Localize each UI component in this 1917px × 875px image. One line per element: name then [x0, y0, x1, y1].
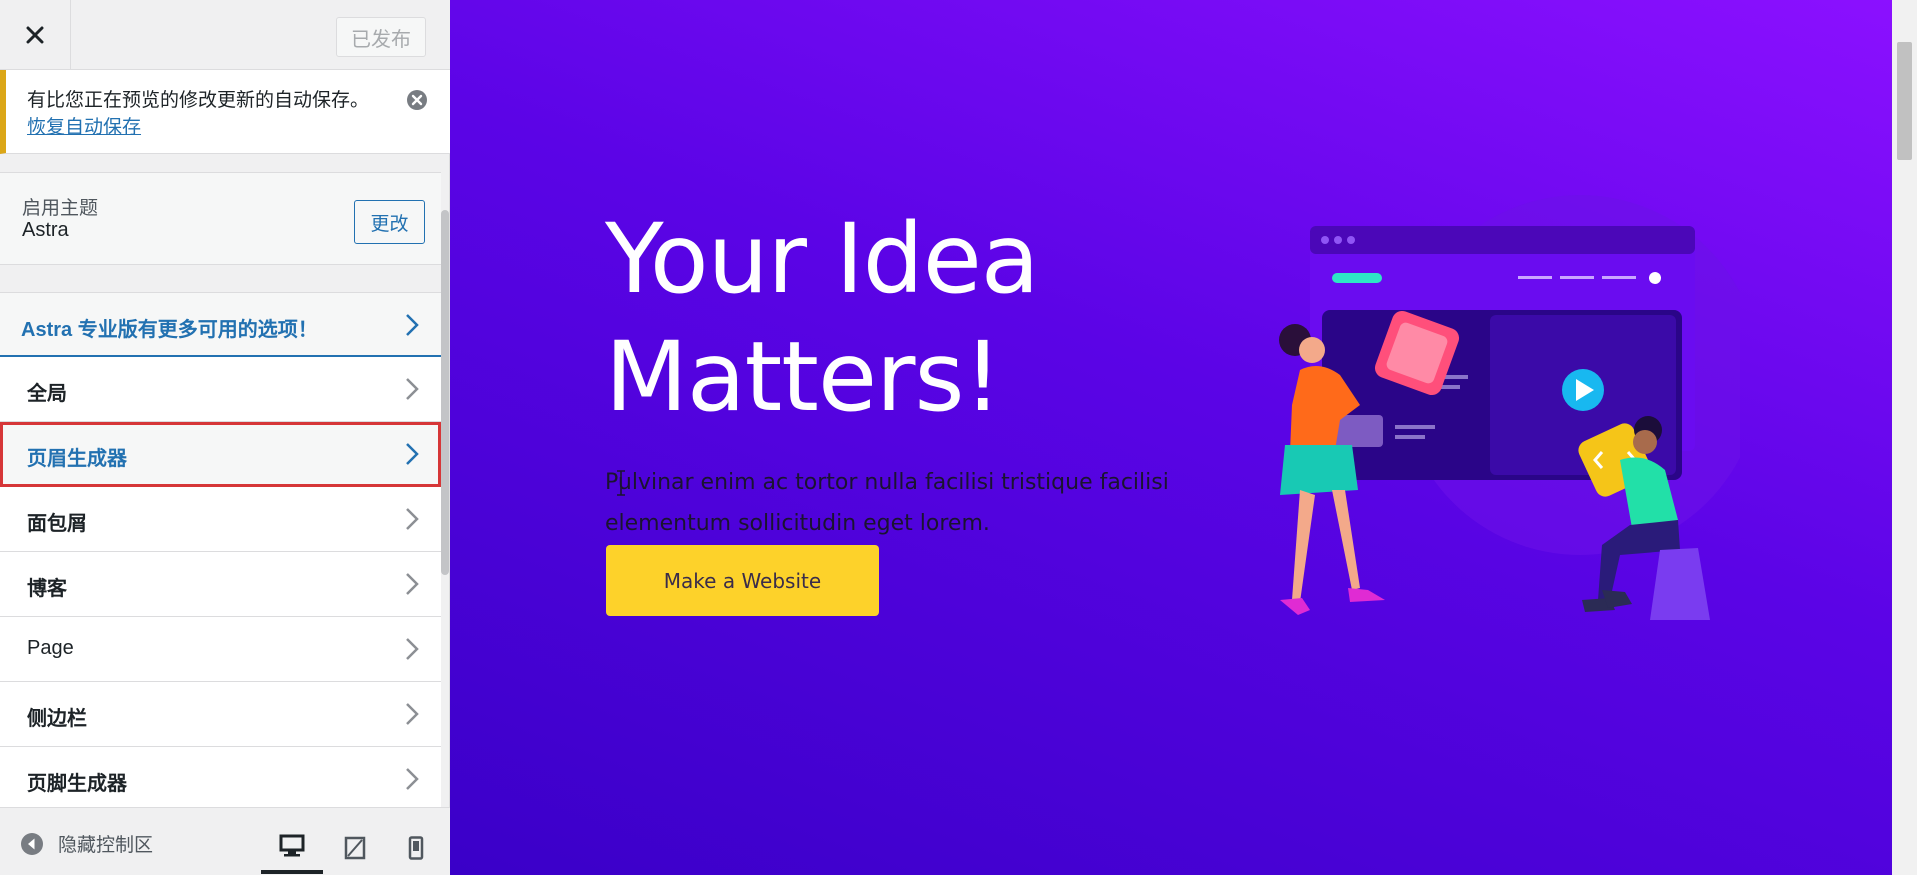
chevron-right-icon: [406, 378, 419, 400]
customizer-footer: 隐藏控制区: [0, 807, 450, 875]
menu-item-blog[interactable]: 博客: [0, 552, 441, 617]
publish-button[interactable]: 已发布: [336, 17, 426, 57]
autosave-notice: 有比您正在预览的修改更新的自动保存。 恢复自动保存: [0, 70, 450, 154]
menu-item-label: 侧边栏: [27, 708, 87, 730]
hero-description: Pulvinar enim ac tortor nulla facilisi t…: [605, 470, 1169, 536]
dismiss-icon[interactable]: [405, 88, 429, 112]
hero-illustration: [1279, 195, 1740, 620]
menu-item-label: 页脚生成器: [27, 773, 127, 795]
hide-controls-button[interactable]: 隐藏控制区: [20, 830, 153, 857]
collapse-arrow-icon: [21, 832, 43, 855]
customizer-sidebar: 已发布 有比您正在预览的修改更新的自动保存。 恢复自动保存 启用主题 Astra…: [0, 0, 450, 875]
active-theme-name: Astra: [22, 219, 69, 241]
menu-item-label: 面包屑: [27, 513, 87, 535]
chevron-right-icon: [406, 573, 419, 595]
menu-item-label: 博客: [27, 578, 67, 600]
hero-heading: Your Idea Matters!: [605, 200, 1205, 436]
customizer-header: 已发布: [0, 0, 450, 70]
make-website-button[interactable]: Make a Website: [606, 545, 879, 616]
change-theme-button[interactable]: 更改: [354, 200, 425, 244]
text-cursor-icon: [617, 470, 625, 496]
autosave-notice-text: 有比您正在预览的修改更新的自动保存。: [27, 90, 370, 111]
menu-item-page[interactable]: Page: [0, 617, 441, 682]
sidebar-scrollbar[interactable]: [441, 210, 449, 575]
menu-item-label: 全局: [27, 383, 67, 405]
chevron-right-icon: [406, 314, 419, 336]
chevron-right-icon: [406, 638, 419, 660]
site-preview[interactable]: Your Idea Matters! Pulvinar enim ac tort…: [450, 0, 1892, 875]
mobile-icon: [408, 836, 424, 860]
tablet-preview-button[interactable]: [324, 822, 386, 874]
restore-autosave-link[interactable]: 恢复自动保存: [27, 112, 141, 139]
active-theme-label: 启用主题: [22, 198, 99, 219]
hero-heading-line2: Matters!: [605, 321, 1002, 433]
menu-item-label: Astra 专业版有更多可用的选项！: [21, 319, 318, 341]
preview-scrollbar[interactable]: [1892, 0, 1917, 875]
hero-heading-line1: Your Idea: [605, 203, 1040, 315]
customizer-panels: 启用主题 Astra 更改 Astra 专业版有更多可用的选项！ 全局 页眉生成…: [0, 154, 441, 807]
customizer-menu: Astra 专业版有更多可用的选项！ 全局 页眉生成器 面包屑 博客 Page: [0, 292, 441, 807]
active-theme-section: 启用主题 Astra 更改: [0, 172, 441, 265]
menu-item-breadcrumb[interactable]: 面包屑: [0, 487, 441, 552]
hide-controls-label: 隐藏控制区: [58, 835, 154, 856]
chevron-right-icon: [406, 703, 419, 725]
mobile-preview-button[interactable]: [385, 822, 447, 874]
menu-item-astra-pro[interactable]: Astra 专业版有更多可用的选项！: [0, 292, 441, 357]
menu-item-footer-builder[interactable]: 页脚生成器: [0, 747, 441, 807]
tablet-icon: [344, 836, 366, 860]
chevron-right-icon: [406, 508, 419, 530]
desktop-preview-button[interactable]: [261, 822, 323, 874]
chevron-right-icon: [406, 443, 419, 465]
chevron-right-icon: [406, 768, 419, 790]
preview-scrollbar-thumb[interactable]: [1897, 42, 1912, 160]
menu-item-label: 页眉生成器: [27, 448, 127, 470]
menu-item-label: Page: [27, 637, 74, 659]
menu-item-global[interactable]: 全局: [0, 357, 441, 422]
close-icon: [26, 26, 44, 43]
menu-item-sidebar[interactable]: 侧边栏: [0, 682, 441, 747]
menu-item-header-builder[interactable]: 页眉生成器: [0, 422, 441, 487]
desktop-icon: [279, 834, 305, 857]
close-customizer-button[interactable]: [0, 0, 71, 69]
